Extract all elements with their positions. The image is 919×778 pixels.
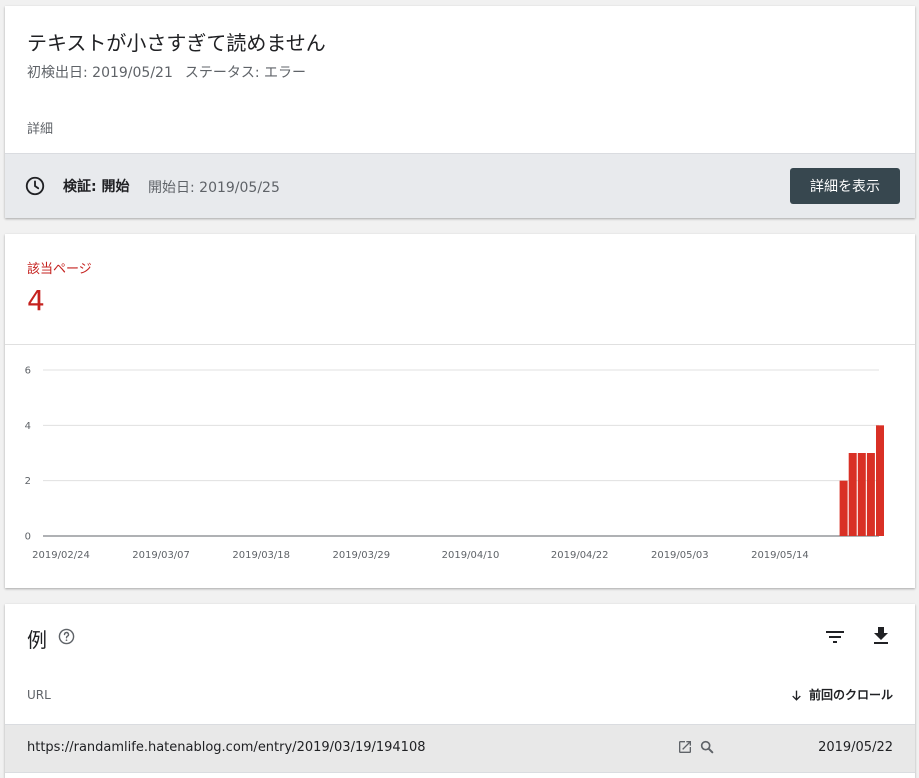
open-in-new-icon[interactable] [677, 739, 693, 755]
x-tick-label: 2019/03/07 [132, 550, 190, 561]
last-crawl-label: 前回のクロール [808, 688, 893, 702]
x-tick-label: 2019/05/03 [651, 550, 709, 561]
column-header-last-crawl[interactable]: 前回のクロール [790, 686, 893, 703]
examples-card: 例 URL 前回のクロール https://randamlife.hatenab… [5, 604, 915, 778]
search-icon[interactable] [699, 739, 715, 755]
issue-meta: 初検出日: 2019/05/21 ステータス: エラー [27, 62, 306, 82]
chart-bar [876, 425, 884, 536]
y-tick-label: 4 [25, 421, 31, 432]
affected-pages-chart: 0 2 4 6 2019/02/24 2019/03/07 2019/03/18 2019/0… [25, 366, 884, 561]
y-tick-label: 0 [25, 532, 31, 543]
x-tick-label: 2019/05/14 [751, 550, 809, 561]
issue-card: テキストが小さすぎて読めません 初検出日: 2019/05/21 ステータス: エ… [5, 6, 915, 218]
details-label: 詳細 [27, 122, 54, 137]
clock-icon [25, 176, 45, 196]
validation-bar: 検証: 開始 開始日: 2019/05/25 詳細を表示 [5, 153, 915, 218]
help-icon[interactable] [58, 628, 75, 645]
validation-start-date: 開始日: 2019/05/25 [148, 180, 280, 196]
x-tick-label: 2019/03/18 [232, 550, 290, 561]
affected-pages-count: 4 [27, 284, 45, 317]
affected-pages-card: 該当ページ 4 0 2 4 6 2019/02/24 2019/03/07 2019/03/… [5, 234, 915, 588]
table-row[interactable]: https://randamlife.hatenablog.com/entry/… [5, 725, 915, 773]
x-tick-label: 2019/04/22 [551, 550, 609, 561]
column-header-url[interactable]: URL [27, 688, 51, 702]
y-tick-label: 6 [25, 366, 31, 377]
first-detected-date: 初検出日: 2019/05/21 [27, 65, 173, 81]
x-tick-label: 2019/02/24 [32, 550, 90, 561]
x-tick-label: 2019/03/29 [332, 550, 390, 561]
examples-title: 例 [27, 628, 47, 652]
row-last-crawl-date: 2019/05/22 [818, 740, 893, 755]
filter-icon[interactable] [823, 625, 847, 649]
chart-bar [866, 453, 875, 536]
y-tick-label: 2 [25, 476, 31, 487]
issue-status: ステータス: エラー [184, 65, 307, 81]
view-details-button[interactable]: 詳細を表示 [790, 168, 900, 204]
sort-arrow-down-icon [792, 690, 801, 701]
affected-pages-label: 該当ページ [27, 262, 92, 277]
chart-bar [848, 453, 857, 536]
row-url[interactable]: https://randamlife.hatenablog.com/entry/… [27, 740, 426, 755]
download-icon[interactable] [869, 624, 893, 648]
issue-title: テキストが小さすぎて読めません [27, 31, 326, 55]
validation-status: 検証: 開始 [63, 179, 130, 195]
chart-bar [857, 453, 866, 536]
x-tick-label: 2019/04/10 [442, 550, 500, 561]
chart-bar [839, 480, 848, 536]
